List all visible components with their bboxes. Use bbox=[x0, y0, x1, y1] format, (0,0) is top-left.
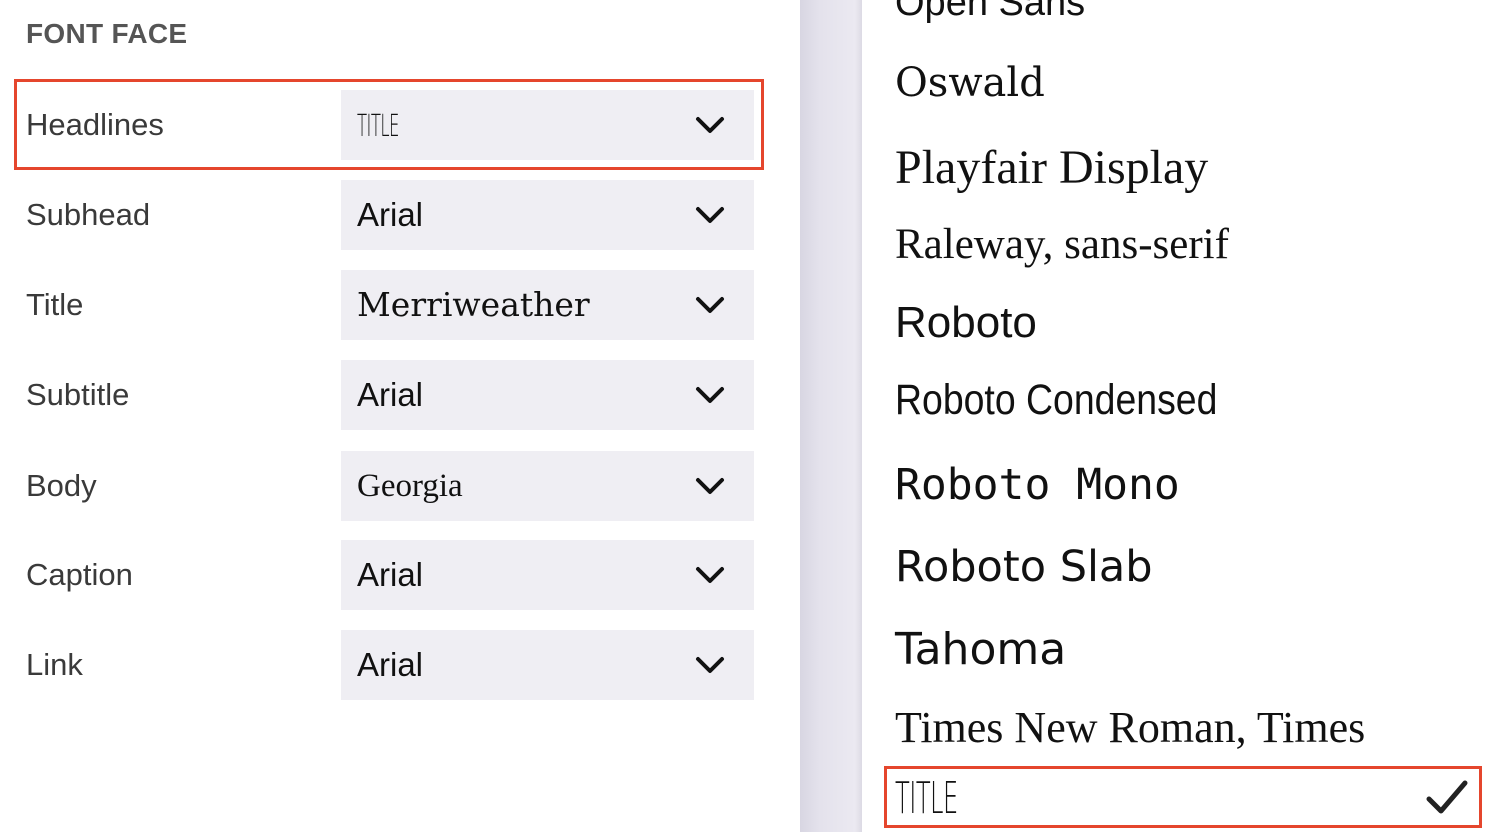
headlines-font-select[interactable]: TITLE bbox=[341, 90, 754, 160]
body-font-select[interactable]: Georgia bbox=[341, 451, 754, 521]
subhead-font-select[interactable]: Arial bbox=[341, 180, 754, 250]
title-font-value: Merriweather bbox=[357, 285, 590, 324]
title-font-select[interactable]: Merriweather bbox=[341, 270, 754, 340]
font-option-times-new-roman[interactable]: Times New Roman, Times bbox=[895, 702, 1365, 753]
chevron-down-icon bbox=[696, 387, 724, 403]
caption-label: Caption bbox=[26, 557, 133, 592]
link-font-value: Arial bbox=[357, 646, 424, 683]
panel-divider bbox=[800, 0, 862, 832]
subtitle-label: Subtitle bbox=[26, 377, 130, 412]
body-label: Body bbox=[26, 468, 97, 503]
row-title: Title Merriweather bbox=[0, 270, 800, 340]
subhead-font-value: Arial bbox=[357, 196, 424, 233]
font-option-roboto-condensed[interactable]: Roboto Condensed bbox=[895, 376, 1217, 425]
chevron-down-icon bbox=[696, 657, 724, 673]
title-label: Title bbox=[26, 287, 84, 322]
row-caption: Caption Arial bbox=[0, 540, 800, 610]
row-body: Body Georgia bbox=[0, 451, 800, 521]
row-link: Link Arial bbox=[0, 630, 800, 700]
font-option-open-sans[interactable]: Open Sans bbox=[895, 0, 1085, 25]
section-title: FONT FACE bbox=[26, 18, 188, 49]
row-headlines: Headlines TITLE bbox=[0, 90, 800, 160]
headlines-label: Headlines bbox=[26, 107, 164, 142]
caption-font-select[interactable]: Arial bbox=[341, 540, 754, 610]
checkmark-icon bbox=[1426, 780, 1468, 814]
subhead-label: Subhead bbox=[26, 197, 151, 232]
headlines-font-value: TITLE bbox=[357, 109, 399, 144]
link-font-select[interactable]: Arial bbox=[341, 630, 754, 700]
caption-font-value: Arial bbox=[357, 556, 424, 593]
font-option-title-selected[interactable]: TITLE bbox=[884, 766, 1482, 828]
body-font-value: Georgia bbox=[357, 468, 463, 504]
font-option-playfair-display[interactable]: Playfair Display bbox=[895, 140, 1208, 195]
font-option-roboto[interactable]: Roboto bbox=[895, 298, 1037, 348]
chevron-down-icon bbox=[696, 297, 724, 313]
font-option-title-label: TITLE bbox=[895, 773, 958, 824]
chevron-down-icon bbox=[696, 207, 724, 223]
font-option-raleway[interactable]: Raleway, sans-serif bbox=[895, 220, 1229, 269]
chevron-down-icon bbox=[696, 117, 724, 133]
font-option-oswald[interactable]: Oswald bbox=[895, 60, 1045, 106]
subtitle-font-value: Arial bbox=[357, 376, 424, 413]
font-options-list: Open Sans Oswald Playfair Display Ralewa… bbox=[862, 0, 1488, 832]
chevron-down-icon bbox=[696, 478, 724, 494]
subtitle-font-select[interactable]: Arial bbox=[341, 360, 754, 430]
row-subhead: Subhead Arial bbox=[0, 180, 800, 250]
row-subtitle: Subtitle Arial bbox=[0, 360, 800, 430]
link-label: Link bbox=[26, 647, 83, 682]
font-option-tahoma[interactable]: Tahoma bbox=[895, 624, 1066, 675]
chevron-down-icon bbox=[696, 567, 724, 583]
font-option-roboto-slab[interactable]: Roboto Slab bbox=[895, 542, 1153, 592]
font-option-roboto-mono[interactable]: Roboto Mono bbox=[895, 460, 1180, 510]
font-face-settings-panel: FONT FACE Headlines TITLE Subhead Arial … bbox=[0, 0, 800, 832]
